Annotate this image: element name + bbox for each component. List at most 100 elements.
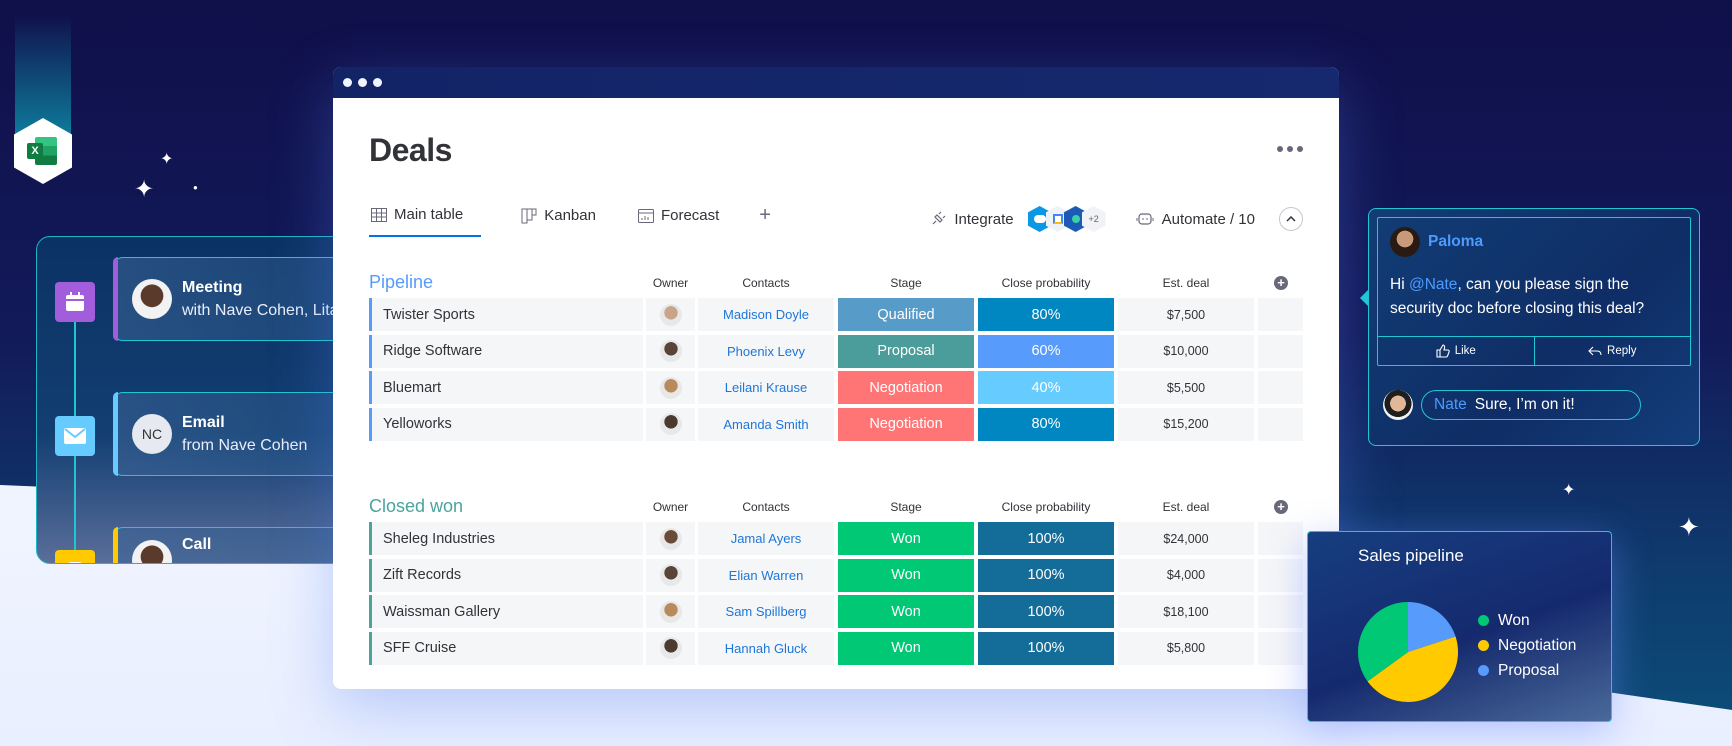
column-header-owner: Owner (652, 500, 689, 514)
est-deal-value[interactable]: $18,100 (1118, 595, 1254, 628)
contact-link[interactable]: Madison Doyle (698, 298, 834, 331)
stage-status[interactable]: Won (838, 595, 974, 628)
author-name: Paloma (1428, 233, 1484, 250)
stage-status[interactable]: Won (838, 558, 974, 592)
comment-author[interactable]: Paloma (1390, 227, 1483, 257)
legend-label: Won (1498, 611, 1530, 629)
contact-link[interactable]: Jamal Ayers (698, 522, 834, 555)
est-deal-value[interactable]: $7,500 (1118, 298, 1254, 331)
close-probability[interactable]: 100% (978, 595, 1114, 628)
like-button[interactable]: Like (1378, 337, 1534, 365)
activity-title: Meeting (182, 278, 243, 296)
deal-name-cell[interactable]: Waissman Gallery (369, 595, 643, 628)
deal-name-cell[interactable]: Zift Records (369, 558, 643, 592)
reply-author[interactable]: Nate (1434, 396, 1467, 414)
legend-dot (1478, 615, 1489, 626)
owner-cell[interactable] (646, 595, 695, 628)
comment: Paloma Hi @Nate, can you please sign the… (1377, 217, 1691, 366)
add-view-button[interactable]: + (759, 204, 771, 227)
contact-link[interactable]: Leilani Krause (698, 371, 834, 404)
close-probability[interactable]: 100% (978, 558, 1114, 592)
tab-main-table[interactable]: Main table (369, 206, 482, 237)
stage-status[interactable]: Proposal (838, 334, 974, 368)
group-color-bar (369, 631, 372, 665)
reply-button[interactable]: Reply (1533, 337, 1691, 365)
group-color-bar (369, 298, 372, 331)
owner-cell[interactable] (646, 558, 695, 592)
owner-cell[interactable] (646, 298, 695, 331)
close-probability[interactable]: 100% (978, 631, 1114, 665)
integrations-more-count[interactable]: +2 (1081, 206, 1106, 232)
close-probability[interactable]: 80% (978, 407, 1114, 441)
table-row[interactable]: SFF Cruise Hannah Gluck Won 100% $5,800 (369, 631, 1303, 665)
deal-name-cell[interactable]: Sheleg Industries (369, 522, 643, 555)
deal-name-cell[interactable]: Yelloworks (369, 407, 643, 441)
contact-link[interactable]: Phoenix Levy (698, 334, 834, 368)
add-column-button[interactable]: + (1274, 500, 1288, 514)
table-row[interactable]: Yelloworks Amanda Smith Negotiation 80% $15,… (369, 407, 1303, 441)
integrate-button[interactable]: Integrate +2 (930, 206, 1106, 232)
est-deal-value[interactable]: $15,200 (1118, 407, 1254, 441)
owner-cell[interactable] (646, 631, 695, 665)
owner-cell[interactable] (646, 371, 695, 404)
stage-status[interactable]: Negotiation (838, 371, 974, 404)
avatar (132, 279, 172, 319)
table-row[interactable]: Twister Sports Madison Doyle Qualified 80% $… (369, 298, 1303, 331)
est-deal-value[interactable]: $10,000 (1118, 334, 1254, 368)
deal-name-cell[interactable]: Twister Sports (369, 298, 643, 331)
more-options-button[interactable] (1277, 146, 1303, 152)
add-column-button[interactable]: + (1274, 276, 1288, 290)
tab-kanban[interactable]: Kanban (519, 207, 598, 236)
empty-cell (1258, 407, 1303, 441)
est-deal-value[interactable]: $4,000 (1118, 558, 1254, 592)
group-title[interactable]: Closed won (369, 496, 463, 517)
deal-name: Waissman Gallery (383, 603, 501, 620)
deal-name: Sheleg Industries (383, 530, 496, 547)
activity-item-email[interactable]: NC Email from Nave Cohen (113, 392, 345, 476)
window-dot[interactable] (358, 78, 367, 87)
owner-cell[interactable] (646, 334, 695, 368)
table-row[interactable]: Waissman Gallery Sam Spillberg Won 100% $18,… (369, 595, 1303, 628)
activity-color-bar (113, 257, 118, 341)
group-color-bar (369, 407, 372, 441)
owner-cell[interactable] (646, 407, 695, 441)
mention-link[interactable]: @Nate (1409, 276, 1457, 293)
owner-cell[interactable] (646, 522, 695, 555)
est-deal-value[interactable]: $24,000 (1118, 522, 1254, 555)
tab-forecast[interactable]: Forecast (636, 207, 721, 236)
collapse-button[interactable] (1279, 207, 1303, 231)
activity-item-call[interactable]: Call (113, 527, 345, 563)
close-probability[interactable]: 80% (978, 298, 1114, 331)
activity-item-meeting[interactable]: Meeting with Nave Cohen, Lita (113, 257, 345, 341)
deal-name-cell[interactable]: Bluemart (369, 371, 643, 404)
stage-status[interactable]: Qualified (838, 298, 974, 331)
column-header-stage: Stage (890, 276, 922, 290)
reply-bubble: Nate Sure, I’m on it! (1421, 390, 1641, 420)
est-deal-value[interactable]: $5,800 (1118, 631, 1254, 665)
deal-name-cell[interactable]: Ridge Software (369, 334, 643, 368)
window-dot[interactable] (343, 78, 352, 87)
group-title[interactable]: Pipeline (369, 272, 433, 293)
table-row[interactable]: Zift Records Elian Warren Won 100% $4,000 (369, 558, 1303, 592)
stage-status[interactable]: Won (838, 631, 974, 665)
automate-button[interactable]: Automate / 10 (1136, 211, 1255, 228)
contact-link[interactable]: Sam Spillberg (698, 595, 834, 628)
contact-link[interactable]: Amanda Smith (698, 407, 834, 441)
excel-icon: X (27, 135, 59, 167)
table-row[interactable]: Ridge Software Phoenix Levy Proposal 60% $10… (369, 334, 1303, 368)
window-dot[interactable] (373, 78, 382, 87)
activity-title: Call (182, 536, 212, 553)
close-probability[interactable]: 60% (978, 334, 1114, 368)
legend-label: Negotiation (1498, 636, 1577, 654)
est-deal-value[interactable]: $5,500 (1118, 371, 1254, 404)
stage-status[interactable]: Won (838, 522, 974, 555)
close-probability[interactable]: 40% (978, 371, 1114, 404)
close-probability[interactable]: 100% (978, 522, 1114, 555)
legend-dot (1478, 665, 1489, 676)
deal-name-cell[interactable]: SFF Cruise (369, 631, 643, 665)
contact-link[interactable]: Elian Warren (698, 558, 834, 592)
table-row[interactable]: Bluemart Leilani Krause Negotiation 40% $5,5… (369, 371, 1303, 404)
table-row[interactable]: Sheleg Industries Jamal Ayers Won 100% $24,0… (369, 522, 1303, 555)
contact-link[interactable]: Hannah Gluck (698, 631, 834, 665)
stage-status[interactable]: Negotiation (838, 407, 974, 441)
